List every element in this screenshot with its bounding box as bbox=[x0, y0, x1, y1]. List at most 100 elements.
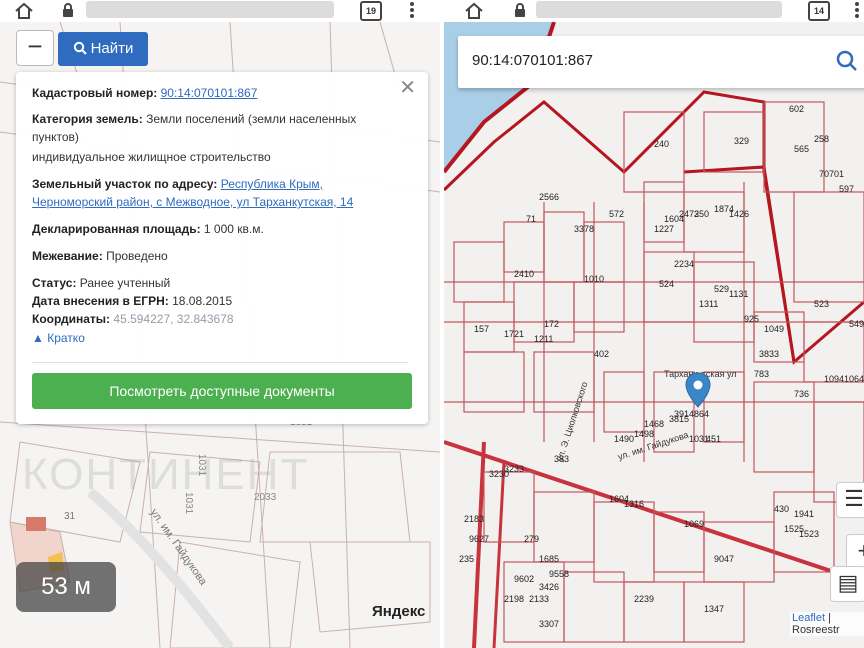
cadastral-search-bar[interactable]: 90:14:070101:867 bbox=[458, 36, 864, 88]
parcel-label: 3426 bbox=[539, 582, 559, 592]
rosreestr-link[interactable]: Rosreestr bbox=[792, 624, 840, 636]
brief-link: Кратко bbox=[47, 331, 85, 345]
parcel-label: 736 bbox=[794, 389, 809, 399]
find-button[interactable]: Найти bbox=[58, 32, 148, 66]
cadastral-map[interactable]: 240 329 602 565 258 70701 597 572 2566 71 3378 1227… bbox=[444, 21, 864, 648]
area-value: 1 000 кв.м. bbox=[203, 222, 264, 236]
parcel-label: 572 bbox=[609, 209, 624, 219]
layers-button[interactable]: ☰ bbox=[836, 482, 864, 518]
right-screen: 240 329 602 565 258 70701 597 572 2566 71 3378 1227… bbox=[444, 0, 864, 648]
search-icon[interactable] bbox=[836, 50, 858, 72]
parcel-label: 9047 bbox=[714, 554, 734, 564]
parcel-label: 925 bbox=[744, 314, 759, 324]
parcel-label: 523 bbox=[814, 299, 829, 309]
yandex-logo: Яндекс bbox=[372, 603, 426, 620]
search-icon bbox=[73, 41, 87, 55]
location-pin-icon[interactable] bbox=[685, 372, 711, 413]
category-row: Категория земель: Земли поселений (земли… bbox=[32, 110, 402, 146]
address-bar[interactable] bbox=[536, 1, 782, 18]
brief-toggle[interactable]: ▲ Кратко bbox=[32, 329, 402, 347]
egrn-row: Дата внесения в ЕГРН: 18.08.2015 bbox=[32, 292, 402, 310]
parcel-label: 3833 bbox=[759, 349, 779, 359]
parcel-label: 2183 bbox=[464, 514, 484, 524]
parcel-label: 2410 bbox=[514, 269, 534, 279]
parcel-info-card: ✕ Кадастровый номер: 90:14:070101:867 Ка… bbox=[16, 72, 428, 424]
layers-icon: ☰ bbox=[844, 486, 864, 511]
parcel-label: 597 bbox=[839, 184, 854, 194]
parcel-label: 1468 bbox=[644, 419, 664, 429]
survey-label: Межевание: bbox=[32, 249, 103, 263]
parcel-label: 1227 bbox=[654, 224, 674, 234]
parcel-label: 279 bbox=[524, 534, 539, 544]
parcel-label: 1498 bbox=[634, 429, 654, 439]
parcel-label: 1523 bbox=[799, 529, 819, 539]
parcel-label: 235 bbox=[459, 554, 474, 564]
parcel-label: 329 bbox=[734, 136, 749, 146]
view-documents-button[interactable]: Посмотреть доступные документы bbox=[32, 373, 412, 409]
search-query: 90:14:070101:867 bbox=[472, 52, 593, 69]
tab-switcher-button[interactable]: 19 bbox=[360, 1, 382, 21]
address-row: Земельный участок по адресу: Республика … bbox=[32, 175, 402, 211]
find-button-label: Найти bbox=[90, 40, 134, 57]
parcel-label: 451 bbox=[706, 434, 721, 444]
print-button[interactable]: ▤ bbox=[830, 566, 864, 602]
status-row: Статус: Ранее учтенный bbox=[32, 274, 402, 292]
parcel-label: 1049 bbox=[764, 324, 784, 334]
coords-value: 45.594227, 32.843678 bbox=[113, 312, 234, 326]
survey-value: Проведено bbox=[106, 249, 168, 263]
parcel-label: 1010 bbox=[584, 274, 604, 284]
parcel-label: 2234 bbox=[674, 259, 694, 269]
parcel-label: 524 bbox=[659, 279, 674, 289]
left-screen: 1651 1031 1031 2033 ул. им. Гайдукова 31… bbox=[0, 0, 440, 648]
parcel-label: 240 bbox=[654, 139, 669, 149]
survey-row: Межевание: Проведено bbox=[32, 247, 402, 265]
home-icon[interactable] bbox=[14, 2, 34, 20]
parcel-label: 9627 bbox=[469, 534, 489, 544]
parcel-label: 1211 bbox=[534, 334, 553, 344]
area-label: Декларированная площадь: bbox=[32, 222, 201, 236]
parcel-label: 402 bbox=[594, 349, 609, 359]
lock-icon bbox=[515, 3, 525, 17]
browser-toolbar-right: 14 bbox=[444, 0, 864, 22]
parcel-label: 549 bbox=[849, 319, 864, 329]
parcel-label: 9602 bbox=[514, 574, 534, 584]
leaflet-link[interactable]: Leaflet bbox=[792, 612, 825, 624]
scale-badge: 53 м bbox=[16, 562, 116, 612]
zoom-out-button[interactable]: − bbox=[16, 30, 54, 66]
cadastral-label: Кадастровый номер: bbox=[32, 86, 158, 100]
parcel-label: 1490 bbox=[614, 434, 634, 444]
parcel-label: 3378 bbox=[574, 224, 594, 234]
coords-row: Координаты: 45.594227, 32.843678 bbox=[32, 310, 402, 328]
parcel-label: 250 bbox=[694, 209, 709, 219]
egrn-label: Дата внесения в ЕГРН: bbox=[32, 294, 169, 308]
parcel-label: 172 bbox=[544, 319, 559, 329]
home-icon[interactable] bbox=[464, 2, 484, 20]
parcel-label: 1426 bbox=[729, 209, 749, 219]
zoom-in-button[interactable]: + bbox=[846, 534, 864, 570]
parcel-label: 1347 bbox=[704, 604, 724, 614]
parcel-label: 1721 bbox=[504, 329, 524, 339]
usage-value: индивидуальное жилищное строительство bbox=[32, 150, 271, 164]
watermark-text: КОНТИНЕНТ bbox=[22, 450, 310, 499]
tab-switcher-button[interactable]: 14 bbox=[808, 1, 830, 21]
menu-kebab-icon[interactable] bbox=[409, 0, 415, 20]
parcel-label: 1064 bbox=[844, 374, 864, 384]
menu-kebab-icon[interactable] bbox=[854, 0, 860, 20]
parcel-label: 1316 bbox=[624, 499, 644, 509]
parcel-label: 783 bbox=[754, 369, 769, 379]
category-label: Категория земель: bbox=[32, 112, 143, 126]
printer-icon: ▤ bbox=[837, 570, 859, 595]
browser-toolbar: 19 bbox=[0, 0, 440, 22]
parcel-label: 565 bbox=[794, 144, 809, 154]
parcel-label: 602 bbox=[789, 104, 804, 114]
parcel-label: 2566 bbox=[539, 192, 559, 202]
parcel-label: 2198 bbox=[504, 594, 524, 604]
status-label: Статус: bbox=[32, 276, 77, 290]
cadastral-link[interactable]: 90:14:070101:867 bbox=[161, 86, 258, 100]
parcel-label: 70701 bbox=[819, 169, 844, 179]
parcel-label: 258 bbox=[814, 134, 829, 144]
egrn-value: 18.08.2015 bbox=[172, 294, 233, 308]
address-bar[interactable] bbox=[86, 1, 334, 18]
parcel-label: 71 bbox=[526, 214, 536, 224]
parcel-label: 3233 bbox=[504, 464, 524, 474]
